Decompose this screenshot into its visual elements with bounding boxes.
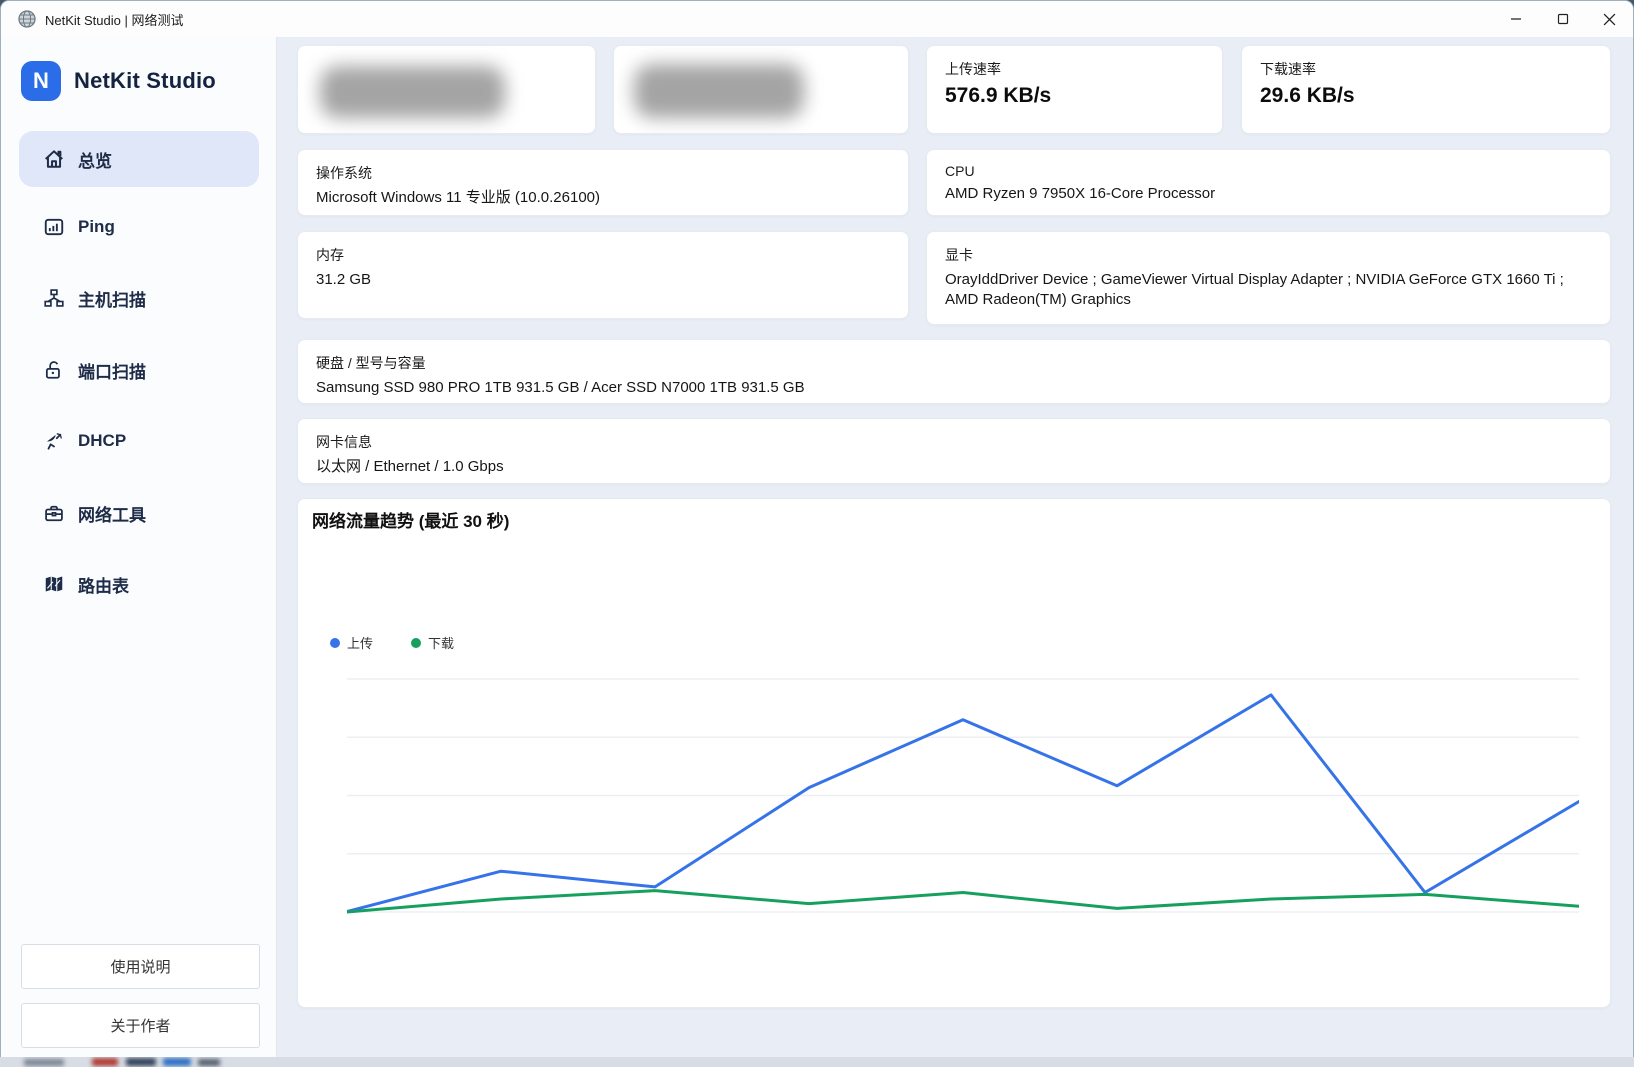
minimize-icon [1510,13,1522,25]
redacted-card-1 [297,45,596,134]
title-bar: NetKit Studio | 网络测试 [1,1,1633,37]
gpu-value: OrayIddDriver Device ; GameViewer Virtua… [945,270,1592,311]
os-value: Microsoft Windows 11 专业版 (10.0.26100) [316,188,890,208]
close-button[interactable] [1586,1,1633,37]
sidebar-item-network-tools[interactable]: 网络工具 [19,498,259,528]
gpu-card: 显卡 OrayIddDriver Device ; GameViewer Vir… [926,231,1611,325]
sidebar-item-label: 端口扫描 [78,358,146,383]
os-label: 操作系统 [316,163,890,183]
upload-legend-dot-icon [330,638,340,648]
sidebar-item-label: 主机扫描 [78,286,146,311]
below-window-strip [0,1057,1634,1067]
brand: N NetKit Studio [21,61,216,101]
os-card: 操作系统 Microsoft Windows 11 专业版 (10.0.2610… [297,149,909,216]
redacted-card-2 [613,45,909,134]
download-speed-value: 29.6 KB/s [1260,84,1592,108]
upload-speed-value: 576.9 KB/s [945,84,1204,108]
sidebar-item-label: 网络工具 [78,501,146,526]
download-speed-label: 下载速率 [1260,59,1592,79]
sidebar: N NetKit Studio 总览 Ping [1,37,277,1057]
sidebar-item-host-scan[interactable]: 主机扫描 [19,283,259,313]
chart-title: 网络流量趋势 (最近 30 秒) [312,507,509,532]
nic-card: 网卡信息 以太网 / Ethernet / 1.0 Gbps [297,418,1611,484]
maximize-icon [1557,13,1569,25]
bar-chart-icon [43,216,65,238]
sidebar-item-ping[interactable]: Ping [19,212,259,242]
usage-guide-button[interactable]: 使用说明 [21,944,260,989]
window-title: NetKit Studio | 网络测试 [45,10,183,29]
sidebar-item-dhcp[interactable]: DHCP [19,426,259,456]
traffic-trend-card: 网络流量趋势 (最近 30 秒) 上传 下载 [297,498,1611,1008]
traffic-trend-chart [347,666,1579,918]
redacted-blur [320,66,505,118]
cropped-content-blur [24,1059,64,1066]
sidebar-item-label: Ping [78,217,115,237]
sidebar-item-overview[interactable]: 总览 [19,131,259,187]
legend-download-label: 下载 [428,633,454,652]
disk-label: 硬盘 / 型号与容量 [316,353,1592,373]
open-padlock-icon [43,359,65,381]
toolbox-icon [43,502,65,524]
minimize-button[interactable] [1492,1,1539,37]
download-legend-dot-icon [411,638,421,648]
download-speed-card: 下载速率 29.6 KB/s [1241,45,1611,134]
cpu-label: CPU [945,163,1592,179]
map-icon [43,573,65,595]
sidebar-item-route-table[interactable]: 路由表 [19,569,259,599]
app-logo: N [21,61,61,101]
chart-legend: 上传 下载 [330,633,454,652]
memory-label: 内存 [316,245,890,265]
sidebar-item-label: DHCP [78,431,126,451]
close-icon [1603,13,1616,26]
app-name: NetKit Studio [74,68,216,94]
cpu-value: AMD Ryzen 9 7950X 16-Core Processor [945,184,1592,204]
cropped-content-blur [198,1059,220,1066]
nic-label: 网卡信息 [316,432,1592,452]
main-content: 上传速率 576.9 KB/s 下载速率 29.6 KB/s 操作系统 Micr… [277,37,1634,1057]
app-window: NetKit Studio | 网络测试 N NetKit Studio [0,0,1634,1057]
about-author-button[interactable]: 关于作者 [21,1003,260,1048]
sidebar-item-label: 路由表 [78,572,129,597]
upload-speed-label: 上传速率 [945,59,1204,79]
cropped-content-blur [92,1058,118,1066]
network-nodes-icon [43,287,65,309]
home-icon [43,148,65,170]
cropped-content-blur [126,1058,156,1066]
nic-value: 以太网 / Ethernet / 1.0 Gbps [316,457,1592,477]
legend-download[interactable]: 下载 [411,633,454,652]
upload-speed-card: 上传速率 576.9 KB/s [926,45,1223,134]
satellite-dish-icon [43,430,65,452]
sidebar-item-port-scan[interactable]: 端口扫描 [19,355,259,385]
legend-upload[interactable]: 上传 [330,633,373,652]
globe-app-icon [17,9,37,29]
memory-value: 31.2 GB [316,270,890,290]
disk-value: Samsung SSD 980 PRO 1TB 931.5 GB / Acer … [316,378,1592,398]
cpu-card: CPU AMD Ryzen 9 7950X 16-Core Processor [926,149,1611,216]
cropped-content-blur [163,1058,191,1066]
sidebar-item-label: 总览 [78,147,112,172]
legend-upload-label: 上传 [347,633,373,652]
gpu-label: 显卡 [945,245,1592,265]
maximize-button[interactable] [1539,1,1586,37]
disk-card: 硬盘 / 型号与容量 Samsung SSD 980 PRO 1TB 931.5… [297,339,1611,404]
memory-card: 内存 31.2 GB [297,231,909,319]
redacted-blur [634,64,804,118]
